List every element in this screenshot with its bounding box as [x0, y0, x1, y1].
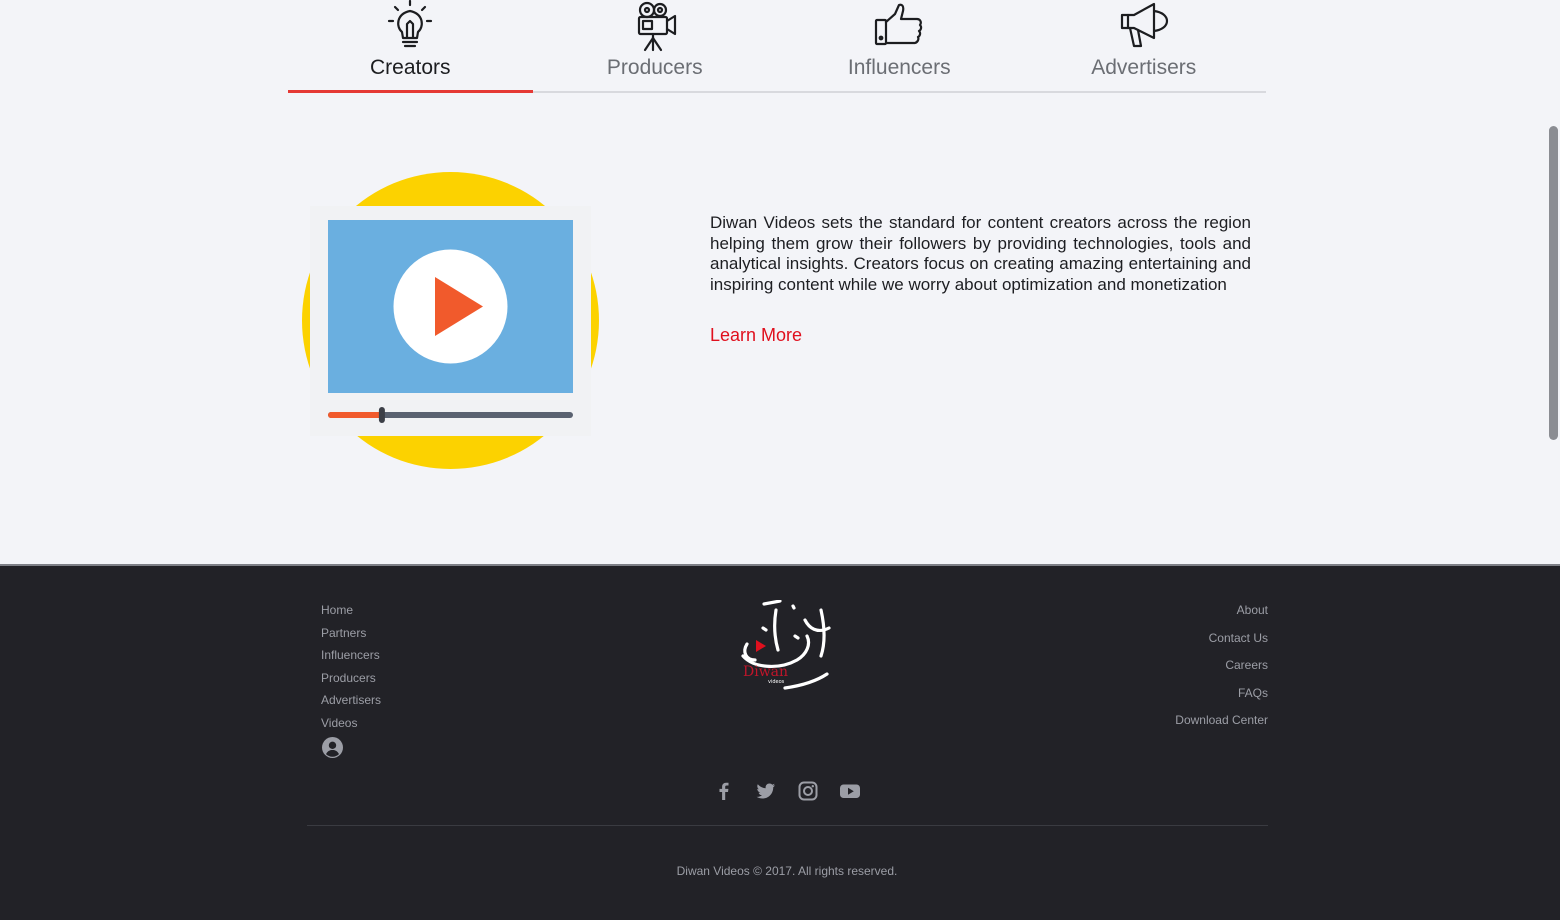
- youtube-link[interactable]: [837, 778, 863, 804]
- twitter-link[interactable]: [753, 778, 779, 804]
- instagram-icon: [798, 781, 818, 801]
- tab-active-indicator: [533, 90, 778, 93]
- scrollbar-thumb[interactable]: [1549, 126, 1558, 440]
- tab-advertisers[interactable]: Advertisers: [1022, 0, 1267, 94]
- creators-description: Diwan Videos sets the standard for conte…: [710, 213, 1251, 294]
- footer-link-videos[interactable]: Videos: [321, 715, 381, 738]
- tab-active-indicator: [288, 90, 533, 93]
- social-links: [711, 778, 863, 804]
- facebook-link[interactable]: [711, 778, 737, 804]
- svg-text:videos: videos: [768, 679, 785, 685]
- progress-handle: [378, 407, 385, 423]
- thumbs-up-icon: [875, 3, 923, 46]
- tab-creators[interactable]: Creators: [288, 0, 533, 94]
- tab-label: Influencers: [847, 56, 951, 79]
- footer-nav-right: About Contact Us Careers FAQs Download C…: [1175, 602, 1268, 740]
- user-circle-icon[interactable]: [322, 737, 343, 758]
- tab-producers[interactable]: Producers: [533, 0, 778, 94]
- youtube-icon: [840, 784, 860, 798]
- tab-label: Creators: [369, 56, 451, 79]
- footer-link-about[interactable]: About: [1175, 602, 1268, 630]
- footer-link-home[interactable]: Home: [321, 602, 381, 625]
- category-tabs: Creators Producers Influencers Advertise…: [288, 0, 1266, 94]
- facebook-icon: [719, 782, 729, 800]
- tab-active-indicator: [777, 90, 1022, 93]
- instagram-link[interactable]: [795, 778, 821, 804]
- lightbulb-icon: [388, 0, 433, 48]
- footer-link-careers[interactable]: Careers: [1175, 657, 1268, 685]
- video-player-illustration: [302, 172, 599, 469]
- svg-text:Diwan: Diwan: [743, 664, 788, 680]
- movie-camera-icon: [637, 1, 676, 52]
- copyright-text: Diwan Videos © 2017. All rights reserved…: [676, 864, 898, 878]
- tab-influencers[interactable]: Influencers: [777, 0, 1022, 94]
- footer-link-producers[interactable]: Producers: [321, 670, 381, 693]
- footer-link-contact-us[interactable]: Contact Us: [1175, 630, 1268, 658]
- footer-link-faqs[interactable]: FAQs: [1175, 685, 1268, 713]
- footer-nav-left: Home Partners Influencers Producers Adve…: [321, 602, 381, 738]
- megaphone-icon: [1120, 2, 1168, 48]
- twitter-icon: [756, 783, 775, 799]
- learn-more-link[interactable]: Learn More: [710, 325, 802, 346]
- diwan-videos-logo[interactable]: Diwan videos: [735, 600, 839, 692]
- footer-link-advertisers[interactable]: Advertisers: [321, 692, 381, 715]
- tab-label: Advertisers: [1091, 56, 1197, 79]
- footer-link-partners[interactable]: Partners: [321, 625, 381, 648]
- footer: Home Partners Influencers Producers Adve…: [0, 564, 1560, 920]
- footer-link-influencers[interactable]: Influencers: [321, 647, 381, 670]
- footer-link-download-center[interactable]: Download Center: [1175, 712, 1268, 740]
- tab-active-indicator: [1022, 90, 1267, 93]
- tab-label: Producers: [606, 56, 703, 79]
- progress-fill: [328, 412, 382, 418]
- footer-divider: [307, 825, 1268, 826]
